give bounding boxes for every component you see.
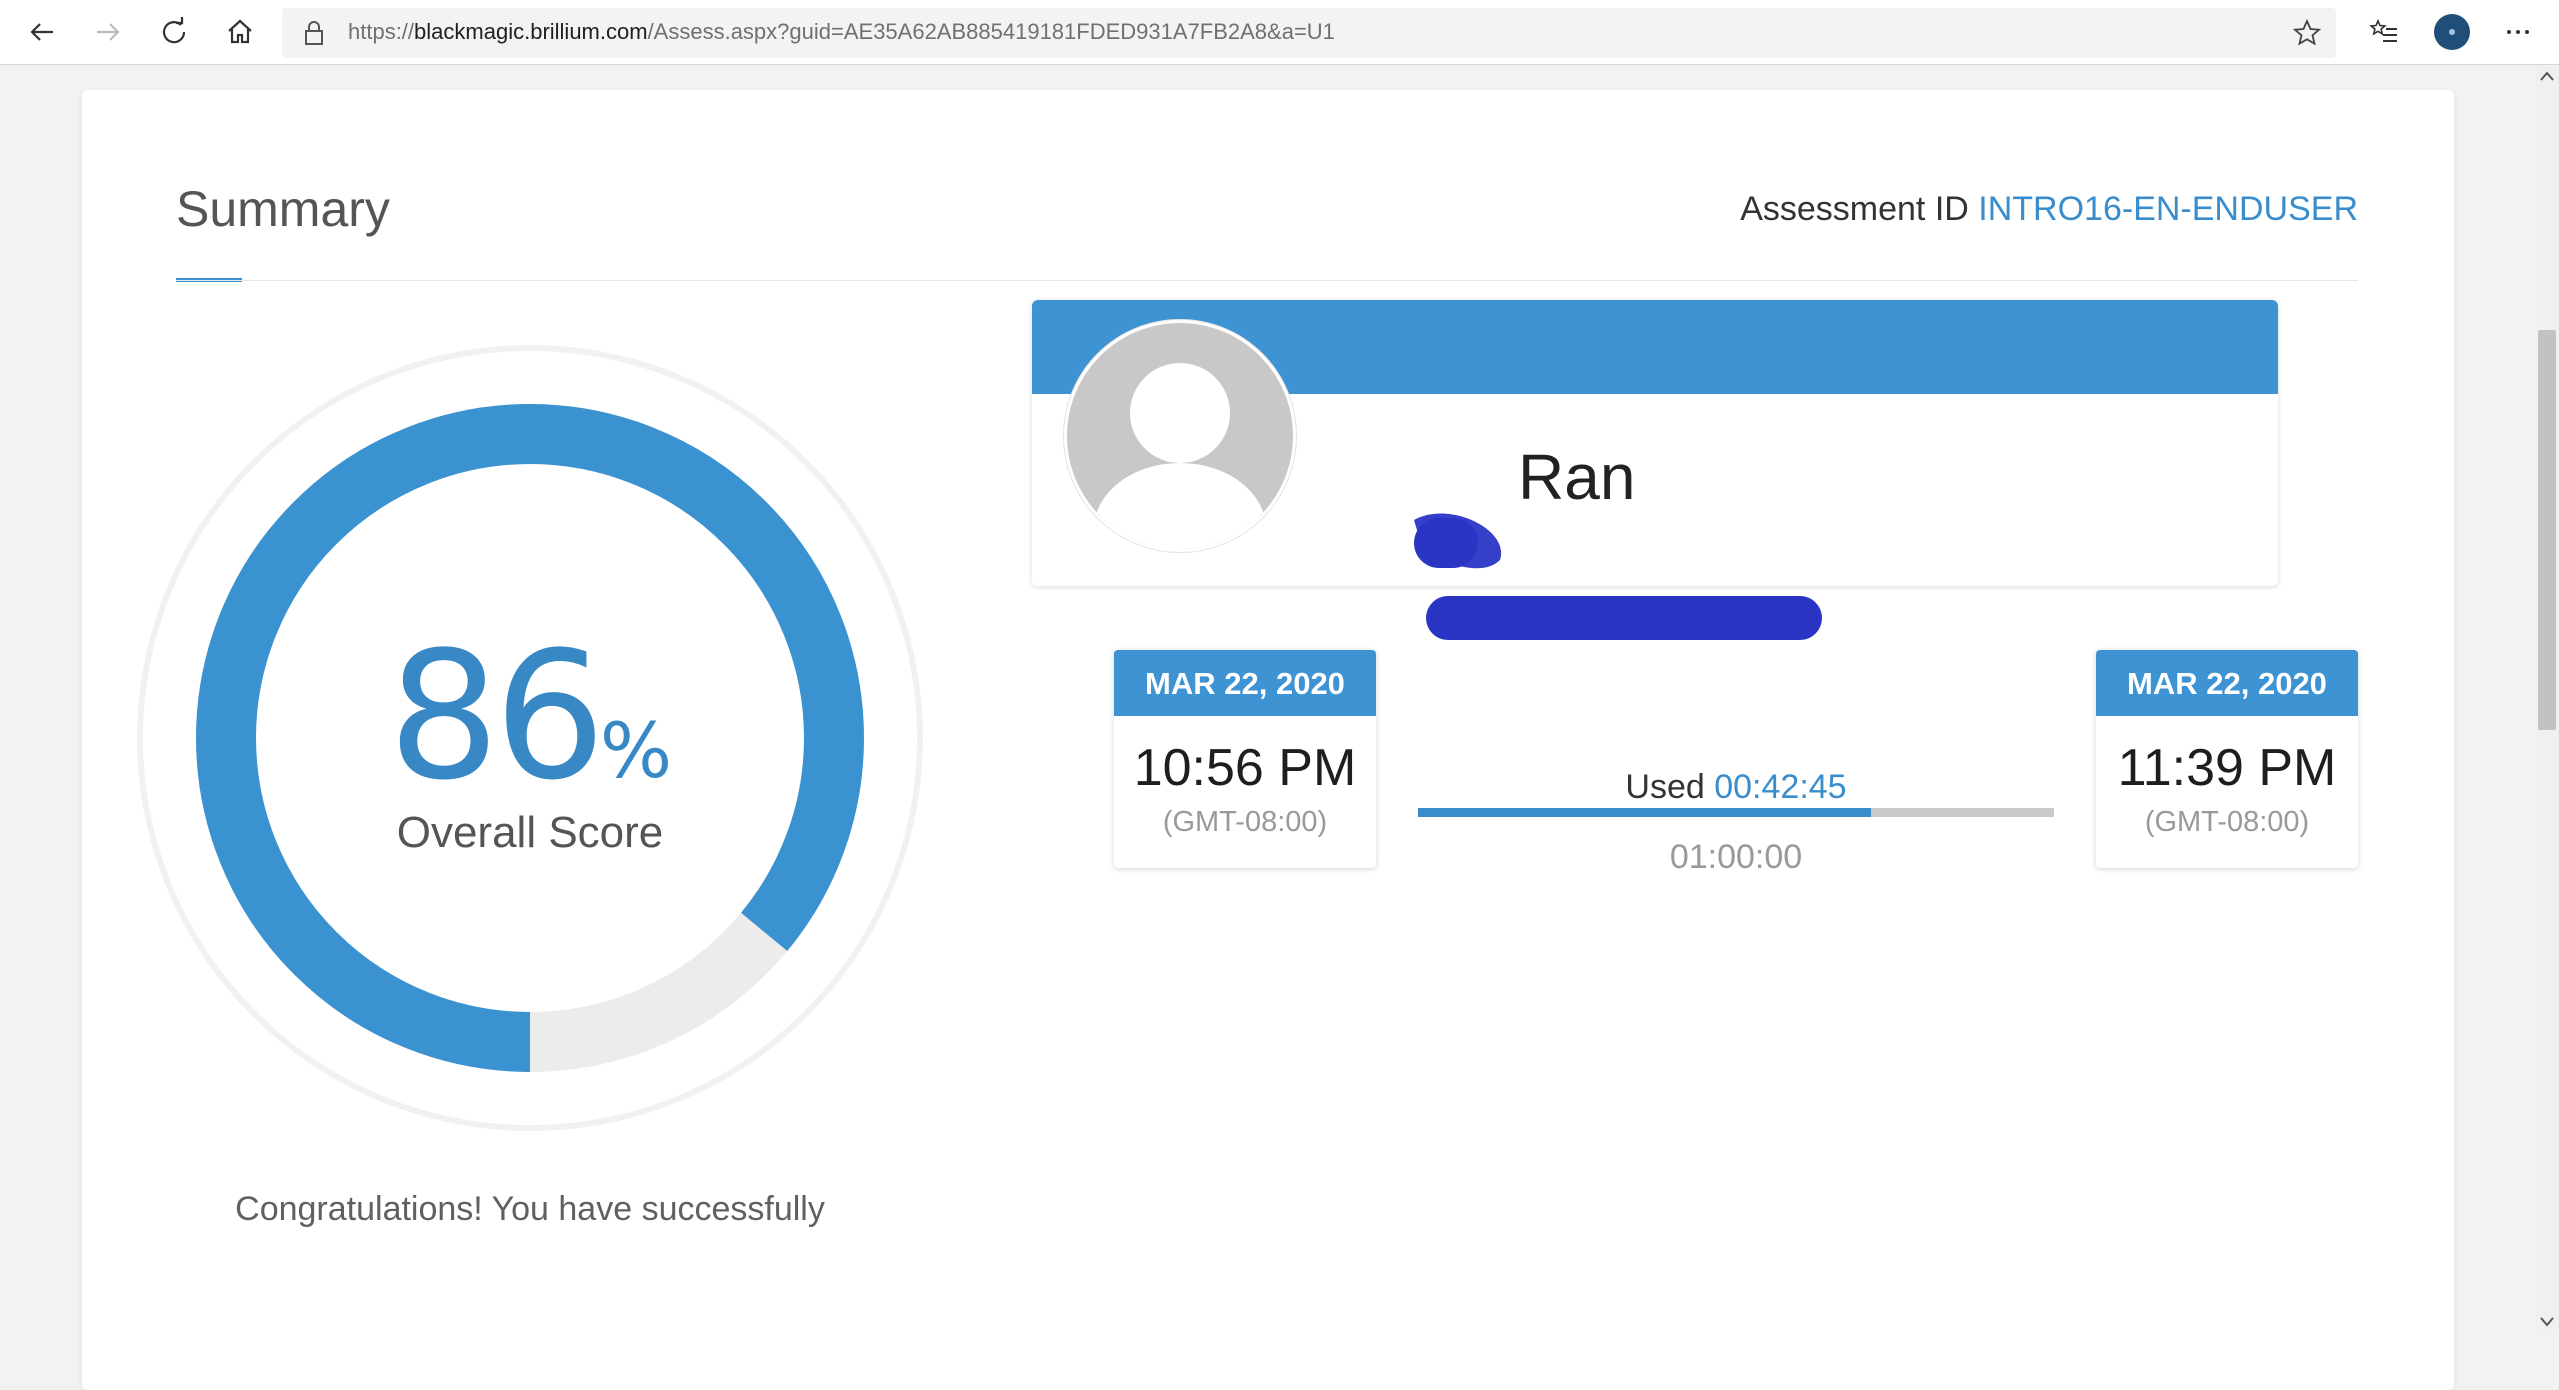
time-progress-bar: [1418, 808, 2054, 817]
score-label: Overall Score: [396, 808, 664, 857]
back-icon: [30, 23, 53, 41]
avatar: [1064, 320, 1296, 552]
time-used: Used 00:42:45: [1418, 768, 2054, 807]
start-time-box: MAR 22, 2020 10:56 PM (GMT-08:00): [1114, 650, 1376, 868]
scroll-up-icon[interactable]: [2539, 69, 2555, 83]
assessment-id-value: INTRO16-EN-ENDUSER: [1978, 190, 2358, 228]
score-unit: %: [599, 706, 673, 795]
user-silhouette-icon: [1094, 363, 1266, 549]
header-divider: [176, 280, 2358, 281]
url-scheme: https://: [348, 19, 415, 44]
score-number: 86: [387, 614, 606, 819]
end-date: MAR 22, 2020: [2096, 650, 2358, 716]
profile-avatar-icon[interactable]: [2434, 14, 2470, 50]
score-gauge: 86% Overall Score: [130, 338, 930, 1138]
score-value: 86%: [130, 614, 930, 819]
congratulations-message: Congratulations! You have successfully: [235, 1190, 825, 1228]
favorites-button[interactable]: [2360, 8, 2408, 56]
scroll-thumb[interactable]: [2538, 330, 2556, 730]
address-bar[interactable]: https://blackmagic.brillium.com/Assess.a…: [282, 8, 2336, 58]
forward-button[interactable]: [84, 8, 132, 56]
lock-icon: [305, 21, 323, 45]
time-limit: 01:00:00: [1669, 838, 1803, 876]
more-button[interactable]: [2494, 8, 2542, 56]
assessment-id: Assessment ID INTRO16-EN-ENDUSER: [1740, 190, 2358, 229]
forward-icon: [97, 23, 120, 41]
end-timezone: (GMT-08:00): [2144, 806, 2310, 838]
more-icon: [2507, 30, 2529, 34]
browser-toolbar: https://blackmagic.brillium.com/Assess.a…: [0, 0, 2559, 65]
start-timezone: (GMT-08:00): [1162, 806, 1328, 838]
scroll-down-icon[interactable]: [2539, 1315, 2555, 1329]
time-progress-fill: [1418, 808, 1872, 817]
time-used-value: 00:42:45: [1714, 768, 1847, 806]
refresh-icon: [162, 17, 186, 44]
time-used-label: Used: [1625, 768, 1705, 806]
url-text[interactable]: https://blackmagic.brillium.com/Assess.a…: [348, 19, 1335, 45]
favorites-list-icon: [2369, 19, 2397, 42]
url-path: /Assess.aspx?guid=AE35A62AB885419181FDED…: [647, 19, 1335, 44]
home-icon: [228, 19, 252, 44]
assessment-id-label: Assessment ID: [1740, 190, 1969, 228]
end-time-box: MAR 22, 2020 11:39 PM (GMT-08:00): [2096, 650, 2358, 868]
page-title: Summary: [176, 181, 390, 237]
back-button[interactable]: [18, 8, 66, 56]
start-time: 10:56 PM: [1133, 739, 1357, 797]
start-date: MAR 22, 2020: [1114, 650, 1376, 716]
url-host: blackmagic.brillium.com: [414, 19, 648, 44]
favorite-star-icon[interactable]: [2292, 18, 2322, 48]
name-redaction-scribble: [1414, 513, 1822, 640]
end-time: 11:39 PM: [2117, 739, 2337, 797]
refresh-button[interactable]: [150, 8, 198, 56]
home-button[interactable]: [216, 8, 264, 56]
